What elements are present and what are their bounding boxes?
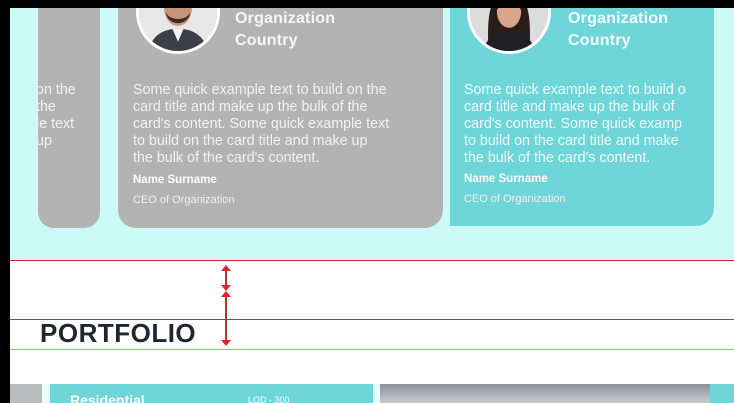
portfolio-header-area: PORTFOLIO [10, 260, 734, 384]
card-text-line: Some quick example text to build on the [133, 82, 387, 98]
portfolio-tile-residential[interactable]: Residential LOD - 300 [50, 384, 373, 403]
portfolio-tile[interactable] [10, 384, 42, 403]
testimonials-section: on the the le text up Organization Co [10, 8, 734, 260]
card-text-line: the bulk of the card's content. [464, 150, 651, 166]
card-text-line: card's content. Some quick examp [464, 116, 683, 132]
screen-frame: on the the le text up Organization Co [0, 0, 734, 403]
avatar [467, 8, 551, 54]
organization-label: Organization [568, 10, 669, 27]
testimonial-card-center[interactable]: Organization Country Some quick example … [118, 8, 443, 228]
baseline-guide-line [10, 349, 734, 350]
organization-label: Organization [235, 10, 336, 27]
person-role: CEO of Organization [464, 193, 566, 205]
card-text-line: to build on the card title and make [464, 133, 679, 149]
tile-title: Residential [70, 392, 145, 403]
card-text-line: card title and make up the bulk of the [133, 99, 368, 115]
person-name: Name Surname [464, 173, 548, 185]
card-heading: Organization Country [235, 8, 335, 52]
card-heading: Organization Country [568, 8, 668, 52]
card-text-line: to build on the card title and make up [133, 133, 368, 149]
card-text-line: card's content. Some quick example text [133, 116, 390, 132]
person-role: CEO of Organization [133, 194, 235, 206]
card-text: on the the le text up [38, 82, 76, 150]
arrow-down-icon [221, 340, 231, 346]
testimonial-card-right[interactable]: Organization Country Some quick example … [450, 8, 714, 226]
man-portrait-icon [139, 8, 217, 51]
card-text: Some quick example text to build on the … [133, 82, 389, 167]
card-text-line: up [38, 133, 52, 149]
portfolio-title: PORTFOLIO [40, 318, 197, 348]
avatar [136, 8, 220, 54]
portfolio-grid: Residential LOD - 300 [10, 384, 734, 403]
card-text-line: the bulk of the card's content. [133, 150, 320, 166]
country-label: Country [235, 32, 298, 49]
country-label: Country [568, 32, 631, 49]
card-text-line: on the [38, 82, 76, 98]
tile-meta: LOD - 300 [248, 395, 290, 403]
card-text-line: card title and make up the bulk of [464, 99, 675, 115]
portfolio-tile-image[interactable] [380, 384, 710, 403]
testimonial-card-left[interactable]: on the the le text up [38, 8, 100, 228]
woman-portrait-icon [470, 8, 548, 51]
portfolio-tile[interactable] [710, 384, 734, 403]
card-text-line: Some quick example text to build o [464, 82, 686, 98]
spacing-measure-line [225, 293, 227, 345]
person-name: Name Surname [133, 174, 217, 186]
card-text-line: le text [38, 116, 75, 132]
card-text: Some quick example text to build o card … [464, 82, 686, 167]
spacing-guide-line [10, 260, 734, 261]
card-text-line: the [38, 99, 56, 115]
